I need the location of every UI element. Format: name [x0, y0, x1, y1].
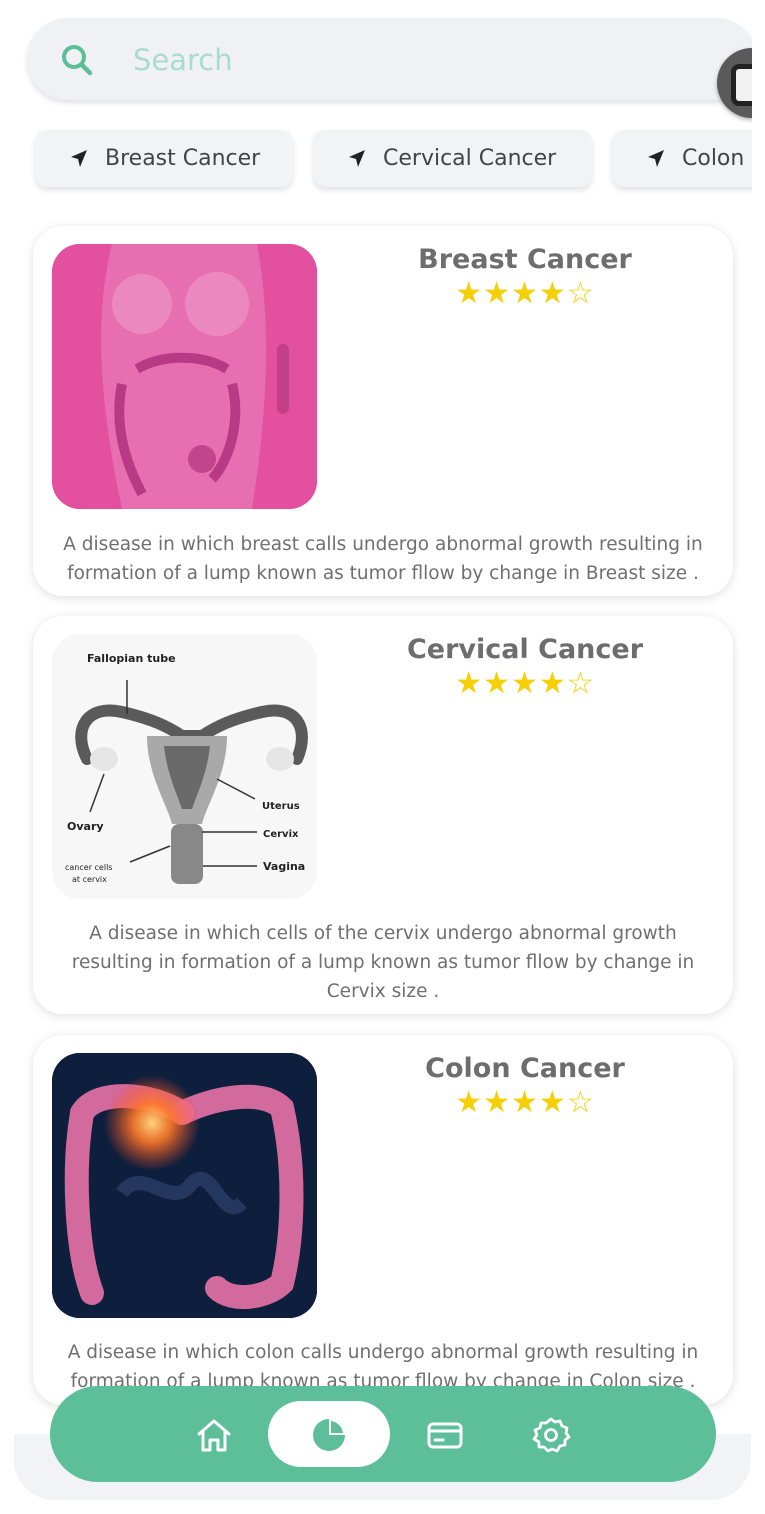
screen: Breast Cancer Cervical Cancer Colon Canc… [0, 0, 765, 1514]
chip-colon-cancer[interactable]: Colon Cancer [612, 130, 765, 187]
chip-cervical-cancer[interactable]: Cervical Cancer [313, 130, 592, 187]
navigation-arrow-icon [349, 149, 365, 167]
nav-payments[interactable] [424, 1414, 466, 1456]
rating-stars: ★★★★☆ [333, 666, 717, 701]
credit-card-icon [427, 1422, 463, 1449]
card-description: A disease in which cells of the cervix u… [71, 923, 695, 1002]
disease-card-colon[interactable]: Colon Cancer ★★★★☆ A disease in which co… [33, 1035, 733, 1405]
star-empty-icon: ☆ [566, 666, 595, 701]
chip-label: Breast Cancer [105, 146, 261, 171]
search-bar[interactable] [27, 18, 757, 100]
card-title: Colon Cancer [425, 1053, 625, 1084]
navigation-arrow-icon [648, 149, 664, 167]
breast-anatomy-image [52, 244, 317, 509]
home-icon [197, 1419, 231, 1452]
card-title: Cervical Cancer [406, 634, 644, 665]
star-empty-icon: ☆ [566, 1085, 595, 1120]
nav-home[interactable] [193, 1414, 235, 1456]
colon-anatomy-image [52, 1053, 317, 1318]
card-description: A disease in which breast calls undergo … [63, 534, 703, 584]
cervix-diagram-image: Fallopian tube Uterus Ovary Cervix cance… [52, 634, 317, 899]
diagram-label-ovary: Ovary [67, 820, 104, 833]
card-title: Breast Cancer [418, 244, 632, 275]
search-input[interactable] [131, 38, 655, 82]
star-empty-icon: ☆ [566, 276, 595, 311]
chip-label: Cervical Cancer [383, 146, 557, 171]
rating-stars: ★★★★☆ [333, 276, 717, 311]
star-filled-icon: ★★★★ [455, 1085, 567, 1120]
disease-card-cervical[interactable]: Fallopian tube Uterus Ovary Cervix cance… [33, 616, 733, 1014]
screen-edge-mask [752, 0, 765, 1514]
diagram-label-cancer-cells: cancer cells [65, 863, 112, 872]
diagram-label-cervix: Cervix [263, 829, 299, 840]
nav-dashboard[interactable] [308, 1414, 350, 1456]
navigation-arrow-icon [71, 149, 87, 167]
chip-breast-cancer[interactable]: Breast Cancer [35, 130, 293, 187]
settings-gear-icon [532, 1417, 571, 1453]
star-filled-icon: ★★★★ [455, 276, 567, 311]
diagram-label-at-cervix: at cervix [72, 875, 107, 884]
nav-settings[interactable] [530, 1414, 572, 1456]
diagram-label-fallopian: Fallopian tube [87, 652, 176, 665]
diagram-label-vagina: Vagina [263, 860, 305, 873]
rating-stars: ★★★★☆ [333, 1085, 717, 1120]
diagram-label-uterus: Uterus [262, 801, 300, 812]
search-icon [62, 45, 93, 76]
category-chips: Breast Cancer Cervical Cancer Colon Canc… [0, 130, 765, 190]
disease-card-breast[interactable]: Breast Cancer ★★★★☆ A disease in which b… [33, 226, 733, 596]
bottom-nav [50, 1386, 716, 1482]
star-filled-icon: ★★★★ [455, 666, 567, 701]
pie-chart-icon [313, 1419, 345, 1451]
